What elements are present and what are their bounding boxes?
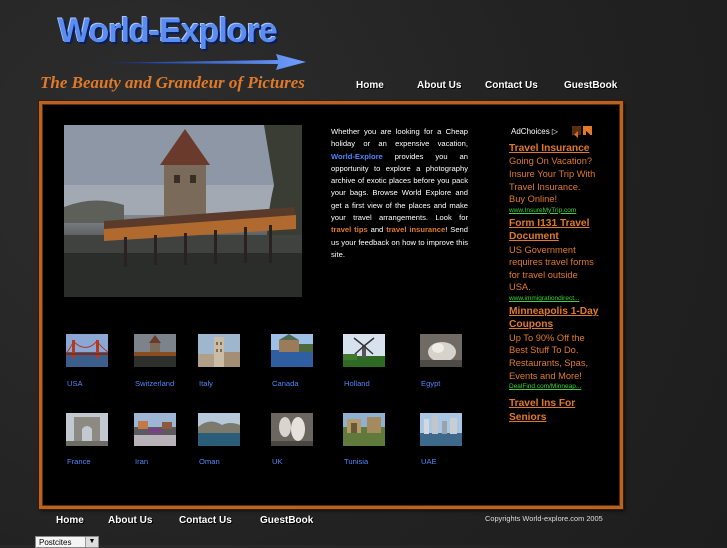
ad-title[interactable]: Travel Insurance xyxy=(509,142,599,155)
uae-skyline-photo-icon xyxy=(420,413,462,446)
label-usa[interactable]: USA xyxy=(67,379,83,388)
thumb-france[interactable] xyxy=(66,413,108,446)
adchoices-text: AdChoices xyxy=(511,127,550,136)
intro-part-1: Whether you are looking for a Cheap holi… xyxy=(331,127,468,149)
thumb-iran[interactable] xyxy=(134,413,176,446)
iranian-plaza-photo-icon xyxy=(134,413,176,446)
copyright-text: Copyrights World-explore.com 2005 xyxy=(485,514,603,523)
thumb-egypt[interactable] xyxy=(420,334,462,367)
label-egypt[interactable]: Egypt xyxy=(421,379,440,388)
label-holland[interactable]: Holland xyxy=(344,379,370,388)
tunisia-ruins-photo-icon xyxy=(343,413,385,446)
label-italy[interactable]: Italy xyxy=(199,379,213,388)
label-oman[interactable]: Oman xyxy=(199,457,220,466)
nav-guestbook[interactable]: GuestBook xyxy=(564,80,617,91)
label-tunisia[interactable]: Tunisia xyxy=(344,457,368,466)
nav-home[interactable]: Home xyxy=(356,80,384,91)
site-logo[interactable]: World-Explore xyxy=(58,12,308,72)
thumb-uae[interactable] xyxy=(420,413,462,446)
ad-body: Going On Vacation? Insure Your Trip With… xyxy=(509,156,596,205)
oman-coast-photo-icon xyxy=(198,413,240,446)
ad-title[interactable]: Form I131 Travel Document xyxy=(509,217,599,244)
label-canada[interactable]: Canada xyxy=(272,379,299,388)
content-panel: Whether you are looking for a Cheap holi… xyxy=(39,101,623,509)
ad-item: Travel Ins For Seniors xyxy=(509,397,599,424)
ad-url[interactable]: www.immigrationdirect... xyxy=(509,294,599,303)
site-tagline: The Beauty and Grandeur of Pictures xyxy=(40,73,305,92)
select-value: Postcites xyxy=(39,538,72,547)
ad-item: Travel Insurance Going On Vacation? Insu… xyxy=(509,142,599,215)
thumb-usa[interactable] xyxy=(66,334,108,367)
chevron-down-icon: ▼ xyxy=(85,537,98,547)
adchoices-label[interactable]: AdChoices ▷ xyxy=(511,127,558,136)
ad-title[interactable]: Minneapolis 1-Day Coupons xyxy=(509,305,599,332)
footer-nav-home[interactable]: Home xyxy=(56,515,84,526)
ad-body: Up To 90% Off the Best Stuff To Do. Rest… xyxy=(509,332,589,381)
label-france[interactable]: France xyxy=(67,457,91,466)
footer-nav-about-us[interactable]: About Us xyxy=(108,515,152,526)
ad-url[interactable]: www.InsureMyTrip.com xyxy=(509,206,599,215)
ad-column: AdChoices ▷ Travel Insurance Going On Va… xyxy=(509,124,599,469)
intro-part-3: and xyxy=(367,225,387,235)
label-uk[interactable]: UK xyxy=(272,457,283,466)
hero-photo-chapel-bridge xyxy=(64,125,302,297)
golden-gate-bridge-photo-icon xyxy=(66,334,108,367)
label-switzerland[interactable]: Switzerland xyxy=(135,379,174,388)
travel-insurance-link[interactable]: travel insurance xyxy=(386,225,445,234)
chapel-bridge-image xyxy=(64,125,302,297)
ad-prev-icon[interactable] xyxy=(572,126,581,138)
thumb-uk[interactable] xyxy=(271,413,313,446)
site-select-dropdown[interactable]: Postcites ▼ xyxy=(35,536,99,548)
ad-title[interactable]: Travel Ins For Seniors xyxy=(509,397,599,424)
footer-nav-guestbook[interactable]: GuestBook xyxy=(260,515,313,526)
logo-arrow-icon xyxy=(98,54,306,70)
travel-tips-link[interactable]: travel tips xyxy=(331,225,368,234)
label-uae[interactable]: UAE xyxy=(421,457,437,466)
thumb-switzerland[interactable] xyxy=(134,334,176,367)
ad-next-icon[interactable] xyxy=(583,126,592,138)
thumb-oman[interactable] xyxy=(198,413,240,446)
chapel-bridge-photo-icon xyxy=(134,334,176,367)
intro-text: Whether you are looking for a Cheap holi… xyxy=(331,126,468,261)
ad-item: Minneapolis 1-Day Coupons Up To 90% Off … xyxy=(509,305,599,391)
footer-nav-contact-us[interactable]: Contact Us xyxy=(179,515,232,526)
uk-statue-photo-icon xyxy=(271,413,313,446)
ad-url[interactable]: DealFind.com/Minneap... xyxy=(509,382,599,391)
thumb-tunisia[interactable] xyxy=(343,413,385,446)
ad-item: Form I131 Travel Document US Government … xyxy=(509,217,599,303)
thumb-canada[interactable] xyxy=(271,334,313,367)
canadian-castle-photo-icon xyxy=(271,334,313,367)
intro-brand-name: World-Explore xyxy=(331,151,383,161)
intro-part-2: provides you an opportunity to explore a… xyxy=(331,151,468,223)
thumb-italy[interactable] xyxy=(198,334,240,367)
ad-body: US Government requires travel forms for … xyxy=(509,244,594,293)
nav-contact-us[interactable]: Contact Us xyxy=(485,80,538,91)
windmill-photo-icon xyxy=(343,334,385,367)
thumb-holland[interactable] xyxy=(343,334,385,367)
label-iran[interactable]: Iran xyxy=(135,457,148,466)
italian-tower-photo-icon xyxy=(198,334,240,367)
logo-text: World-Explore xyxy=(58,12,278,50)
nav-about-us[interactable]: About Us xyxy=(417,80,461,91)
arc-de-triomphe-photo-icon xyxy=(66,413,108,446)
sphinx-photo-icon xyxy=(420,334,462,367)
